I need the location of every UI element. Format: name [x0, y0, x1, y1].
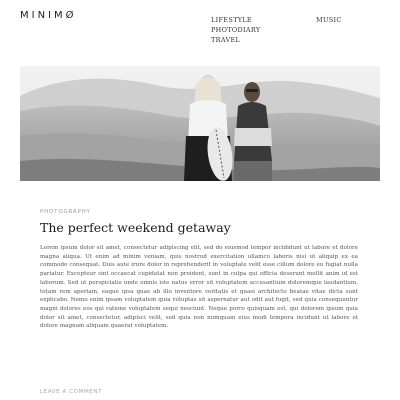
post-title[interactable]: The perfect weekend getaway: [40, 220, 231, 235]
leave-comment-link[interactable]: LEAVE A COMMENT: [40, 389, 102, 395]
post-body: Lorem ipsum dolor sit amet, consectetur …: [40, 245, 358, 330]
hero-image: [20, 66, 380, 181]
nav-item-music[interactable]: MUSIC: [316, 15, 342, 25]
nav-column-2: MUSIC: [316, 15, 342, 25]
post-category[interactable]: PHOTOGRAPHY: [40, 209, 91, 215]
nav-item-photodiary[interactable]: PHOTODIARY: [211, 25, 261, 35]
nav-column-1: LIFESTYLE PHOTODIARY TRAVEL: [211, 15, 261, 45]
hero-photo-two-women-desert: [20, 66, 380, 181]
nav-item-lifestyle[interactable]: LIFESTYLE: [211, 15, 261, 25]
site-logo[interactable]: MINIMØ: [20, 10, 77, 21]
nav-item-travel[interactable]: TRAVEL: [211, 35, 261, 45]
